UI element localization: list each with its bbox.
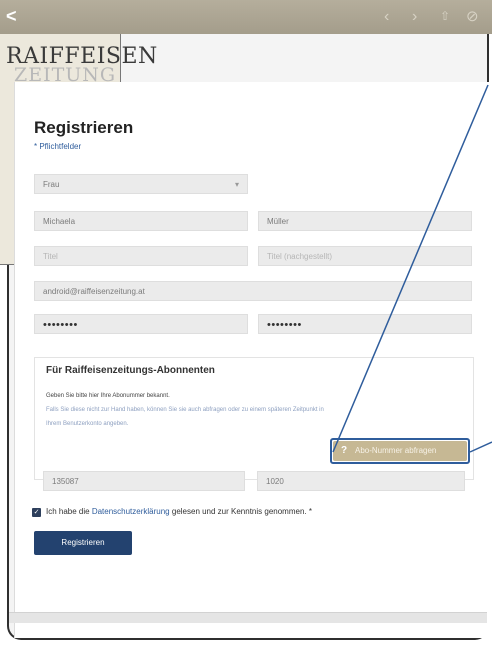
callout-line [332,84,489,453]
callout-line [469,441,492,453]
callout-arrow-lines [332,84,492,453]
